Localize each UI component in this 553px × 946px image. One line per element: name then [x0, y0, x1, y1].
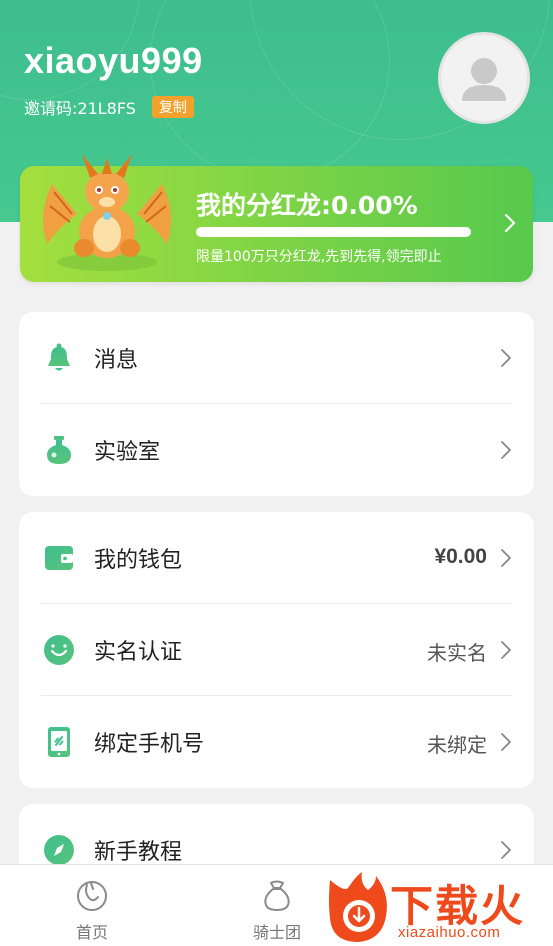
avatar[interactable] [438, 32, 530, 124]
dividend-dragon-card[interactable]: 我的分红龙:0.00% 限量100万只分红龙,先到先得,领完即止 [20, 154, 533, 282]
phone-bind-status: 未绑定 [427, 733, 487, 757]
bag-icon [264, 880, 290, 911]
dragon-subtitle: 限量100万只分红龙,先到先得,领完即止 [196, 249, 442, 265]
wallet-icon [45, 546, 73, 570]
chevron-right-icon [501, 549, 511, 567]
wallet-balance: ¥0.00 [434, 545, 487, 568]
flask-icon [47, 436, 71, 464]
invite-code-row: 邀请码:21L8FS 复制 [24, 95, 194, 119]
flame-logo-icon [329, 872, 387, 942]
compass-icon [44, 835, 74, 865]
dragon-icon [43, 154, 171, 271]
chevron-right-icon [501, 841, 511, 859]
menu-item-messages[interactable]: 消息 [19, 312, 534, 404]
nav-item-knights[interactable]: 骑士团 [227, 865, 327, 946]
watermark: 下载火 xiazaihuo.com [326, 870, 553, 946]
chevron-right-icon [501, 733, 511, 751]
menu-item-bind-phone[interactable]: 绑定手机号 未绑定 [19, 696, 534, 788]
menu-item-label: 绑定手机号 [94, 732, 205, 757]
menu-card-account: 我的钱包 ¥0.00 实名认证 未实名 绑定手机号 未绑定 [19, 512, 534, 788]
menu-item-label: 消息 [94, 348, 139, 373]
menu-item-label: 我的钱包 [94, 548, 183, 573]
dragon-title: 我的分红龙:0.00% [196, 191, 418, 220]
verification-status: 未实名 [427, 641, 487, 665]
menu-item-lab[interactable]: 实验室 [19, 404, 534, 496]
menu-card-general: 消息 实验室 [19, 312, 534, 496]
chevron-right-icon [504, 213, 516, 233]
home-dragon-icon [77, 881, 107, 911]
bell-icon [48, 343, 70, 371]
chevron-right-icon [501, 641, 511, 659]
dragon-progress-bar [196, 227, 471, 237]
watermark-url: xiazaihuo.com [398, 924, 501, 941]
nav-label: 骑士团 [252, 923, 301, 942]
menu-item-label: 新手教程 [94, 840, 183, 865]
copy-button[interactable]: 复制 [151, 96, 194, 118]
chevron-right-icon [501, 441, 511, 459]
nav-item-home[interactable]: 首页 [42, 865, 142, 946]
chevron-right-icon [501, 349, 511, 367]
smile-face-icon [44, 635, 74, 665]
menu-item-label: 实名认证 [94, 640, 183, 665]
menu-item-wallet[interactable]: 我的钱包 ¥0.00 [19, 512, 534, 604]
menu-item-label: 实验室 [94, 440, 161, 465]
nav-label: 首页 [75, 923, 108, 942]
menu-item-verification[interactable]: 实名认证 未实名 [19, 604, 534, 696]
username: xiaoyu999 [24, 40, 203, 81]
phone-link-icon [48, 727, 70, 757]
invite-code: 邀请码:21L8FS [24, 99, 136, 118]
